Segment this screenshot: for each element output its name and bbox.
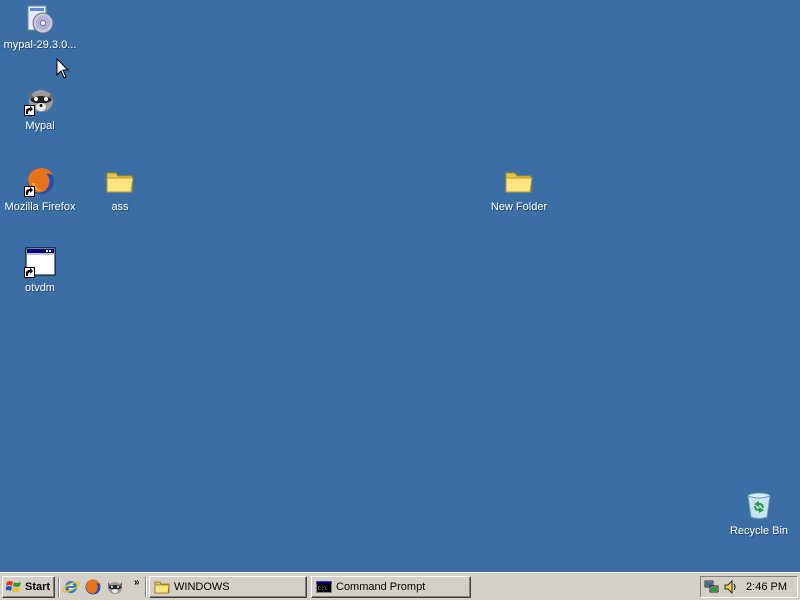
svg-text:C:\: C:\ xyxy=(318,586,327,592)
cmd-icon: C:\ xyxy=(316,581,332,593)
start-label: Start xyxy=(25,581,51,593)
task-button-windows[interactable]: WINDOWS xyxy=(149,576,307,598)
task-button-label: Command Prompt xyxy=(336,581,426,593)
quicklaunch-firefox[interactable] xyxy=(84,578,102,596)
task-button-label: WINDOWS xyxy=(174,581,230,593)
mouse-cursor-icon xyxy=(56,57,70,80)
system-tray: 2:46 PM xyxy=(700,576,798,598)
folder-icon xyxy=(103,164,137,198)
volume-tray-icon[interactable] xyxy=(723,579,739,595)
desktop-icon-recycle-bin[interactable]: Recycle Bin xyxy=(719,488,799,554)
desktop-icon-otvdm[interactable]: otvdm xyxy=(0,245,80,311)
desktop-icon-mypal[interactable]: Mypal xyxy=(0,83,80,149)
windows-logo-icon xyxy=(6,581,21,592)
taskbar-separator xyxy=(145,577,147,597)
folder-icon xyxy=(502,164,536,198)
ie-icon xyxy=(62,581,80,593)
raccoon-icon xyxy=(23,83,57,117)
shortcut-arrow-icon xyxy=(24,186,35,197)
cd-installer-icon xyxy=(23,2,57,36)
firefox-icon xyxy=(85,579,101,595)
taskbar: Start » WINDOWS C:\ Command Prompt 2:46 … xyxy=(0,572,800,600)
start-button[interactable]: Start xyxy=(2,576,55,598)
raccoon-icon xyxy=(108,582,122,594)
quicklaunch-internet-explorer[interactable] xyxy=(62,578,80,596)
quicklaunch-chevron[interactable]: » xyxy=(134,577,144,591)
folder-icon xyxy=(154,581,170,594)
desktop-icon-label: mypal-29.3.0... xyxy=(3,39,77,51)
desktop-icon-label: Mozilla Firefox xyxy=(4,201,76,213)
shortcut-arrow-icon xyxy=(24,267,35,278)
taskbar-separator xyxy=(58,577,60,597)
recycle-bin-icon xyxy=(742,488,776,522)
network-tray-icon[interactable] xyxy=(704,579,720,595)
task-button-command-prompt[interactable]: C:\ Command Prompt xyxy=(311,576,471,598)
desktop-icon-mozilla-firefox[interactable]: Mozilla Firefox xyxy=(0,164,80,230)
firefox-icon xyxy=(23,164,57,198)
window-app-icon xyxy=(23,245,57,279)
desktop-icon-label: Mypal xyxy=(25,120,55,132)
desktop-icon-label: ass xyxy=(111,201,129,213)
quicklaunch-mypal[interactable] xyxy=(106,578,124,596)
clock[interactable]: 2:46 PM xyxy=(746,581,787,593)
desktop-icon-ass[interactable]: ass xyxy=(80,164,160,230)
desktop-icon-label: otvdm xyxy=(25,282,55,294)
desktop-icon-label: Recycle Bin xyxy=(729,525,789,537)
desktop-icon-label: New Folder xyxy=(490,201,548,213)
shortcut-arrow-icon xyxy=(24,105,35,116)
desktop-icon-new-folder[interactable]: New Folder xyxy=(479,164,559,230)
